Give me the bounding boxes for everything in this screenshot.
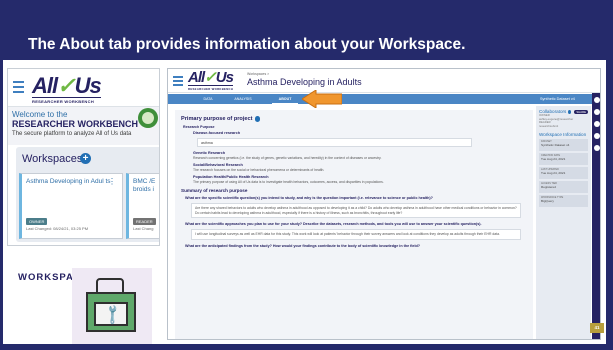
about-content: Primary purpose of project Research Purp… — [175, 110, 533, 339]
hamburger-menu-icon[interactable] — [173, 76, 183, 88]
app-header: All✓Us RESEARCHER WORKBENCH Workspaces >… — [168, 69, 600, 93]
tab-data[interactable]: DATA — [198, 94, 218, 104]
create-workspace-button[interactable]: + — [80, 153, 91, 164]
primary-purpose-heading: Primary purpose of project — [181, 116, 527, 122]
page-number: 41 — [590, 323, 604, 333]
share-button[interactable]: SHARE — [574, 109, 588, 114]
info-icon[interactable] — [568, 109, 572, 114]
info-row: LAST UPDATED Tue Aug 24, 2021 — [539, 167, 588, 180]
info-row: ACCESS TIER Registered — [539, 181, 588, 194]
info-row: DATASET Synthetic Dataset v4 — [539, 139, 588, 152]
welcome-line-1: Welcome to the — [12, 110, 68, 119]
question: What are the specific scientific questio… — [185, 196, 433, 200]
allofus-logo: All✓Us RESEARCHER WORKBENCH — [32, 73, 102, 104]
question: What are the scientific approaches you p… — [185, 222, 482, 227]
workspaces-heading: Workspaces — [22, 153, 83, 165]
frame-right-bar — [606, 60, 613, 350]
purpose-item: Social/Behavioral Research The research … — [193, 163, 325, 172]
answer: Are there any shared behaviors to adults… — [191, 203, 521, 219]
inset-header: All✓Us RESEARCHER WORKBENCH — [8, 69, 159, 107]
workspace-card[interactable]: Asthma Developing in Adul ts ⋮ OWNER Las… — [19, 173, 123, 239]
info-sidebar: Collaborators SHARE OWNER ashley.eugene@… — [536, 106, 591, 339]
more-icon[interactable] — [594, 97, 600, 103]
frame-left-bar — [0, 60, 3, 350]
last-changed: Last Changed: 08/24/21, 03:25 PM — [26, 226, 89, 231]
tab-analysis[interactable]: ANALYSIS — [230, 94, 256, 104]
workspaces-screenshot: All✓Us RESEARCHER WORKBENCH Welcome to t… — [7, 68, 160, 246]
info-icon[interactable] — [594, 109, 600, 115]
access-badge: READER — [133, 218, 156, 225]
check-icon — [254, 116, 260, 122]
info-row: CREATION DATE Tue Aug 24, 2021 — [539, 153, 588, 166]
breadcrumb[interactable]: Workspaces > — [247, 72, 269, 76]
more-options-icon[interactable]: ⋮ — [108, 177, 116, 186]
hamburger-menu-icon[interactable] — [13, 81, 24, 96]
workspaces-panel: Workspaces + Asthma Developing in Adul t… — [16, 147, 159, 242]
workspace-tools-icon: 🔧 — [72, 268, 152, 344]
folder-icon[interactable] — [594, 121, 600, 127]
collab-user: researchsubmit — [539, 123, 559, 128]
purpose-item: Disease-focused research — [193, 131, 241, 135]
callout-arrow — [302, 90, 342, 108]
tab-about[interactable]: ABOUT — [272, 94, 298, 104]
disease-value: asthma — [197, 138, 472, 147]
notebook-icon[interactable] — [594, 133, 600, 139]
access-badge: OWNER — [26, 218, 48, 225]
research-purpose-label: Research Purpose — [183, 125, 215, 129]
last-changed: Last Chang — [133, 226, 154, 231]
frame-bottom-bar — [0, 344, 613, 350]
answer: I will use longitudinal surveys as well … — [191, 229, 521, 240]
wrench-icon: 🔧 — [101, 302, 125, 326]
purpose-item: Population Health/Public Health Research… — [193, 175, 384, 184]
workspace-info-heading: Workspace Information — [539, 132, 587, 138]
workspace-card[interactable]: BMC /E broids i READER Last Chang — [126, 173, 159, 239]
question: What are the anticipated findings from t… — [185, 243, 420, 248]
summary-heading: Summary of research purpose — [181, 188, 248, 193]
slide: { "slide": { "title": "The About tab pro… — [0, 0, 613, 350]
help-rail — [592, 93, 600, 339]
purpose-item: Genetic Research Research concerning gen… — [193, 151, 382, 160]
workspace-card-name[interactable]: Asthma Developing in Adul ts — [26, 178, 111, 186]
workspace-title: Asthma Developing in Adults — [247, 77, 362, 87]
welcome-line-3: The secure platform to analyze All of Us… — [12, 131, 132, 137]
dataset-selector[interactable]: Synthetic Dataset v4 — [540, 94, 575, 104]
slide-header: The About tab provides information about… — [0, 0, 613, 60]
welcome-banner: Welcome to the RESEARCHER WORKBENCH The … — [8, 107, 159, 145]
cloud-icon[interactable] — [594, 145, 600, 151]
info-row: WORKSPACE TYPE BigQuery — [539, 195, 588, 208]
workspace-card-name[interactable]: BMC /E broids i — [133, 178, 159, 194]
slide-title: The About tab provides information about… — [28, 36, 466, 53]
allofus-logo: All✓Us RESEARCHER WORKBENCH — [188, 69, 234, 91]
welcome-line-2: RESEARCHER WORKBENCH — [12, 119, 139, 129]
tab-bar: DATA ANALYSIS ABOUT Synthetic Dataset v4 — [168, 94, 600, 104]
help-bubble-icon[interactable] — [138, 108, 158, 128]
about-tab-screenshot: All✓Us RESEARCHER WORKBENCH Workspaces >… — [167, 68, 601, 340]
